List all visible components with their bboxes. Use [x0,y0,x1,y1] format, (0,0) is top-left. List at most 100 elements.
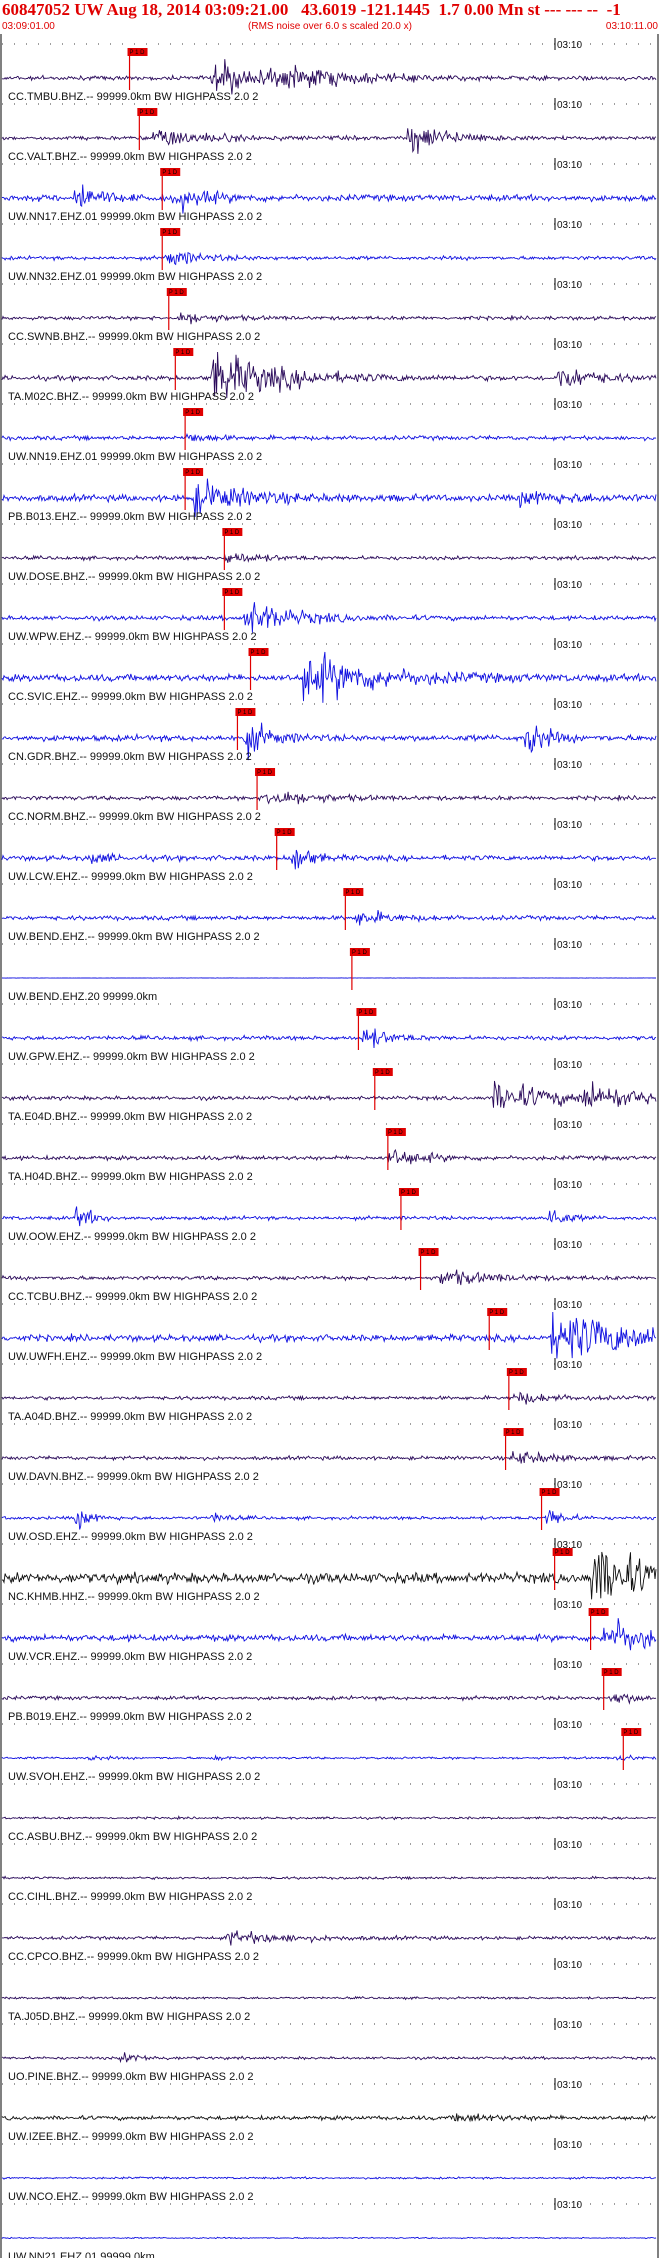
pick-flag-label: P 1 D [185,410,201,416]
station-label: UW.DAVN.BHZ.-- 99999.0km BW HIGHPASS 2.0… [8,1471,259,1483]
waveform-trace [1,602,657,633]
waveform-trace [2,1930,657,1946]
minute-mark-label: 03:10 [557,220,582,231]
pick-flag-label: P 1 D [224,530,240,536]
pick-flag-label: P 1 D [345,890,361,896]
pick-flag-label: P 1 D [257,770,273,776]
pick-flag-label: P 1 D [237,710,253,716]
pick-flag-label: P 1 D [401,1190,417,1196]
station-label: UO.PINE.BHZ.-- 99999.0km BW HIGHPASS 2.0… [8,2071,254,2083]
minute-mark-label: 03:10 [557,880,582,891]
station-label: CC.SWNB.BHZ.-- 99999.0km BW HIGHPASS 2.0… [8,331,260,343]
waveform-trace [1,59,657,95]
minute-mark-label: 03:10 [557,100,582,111]
pick-flag-label: P 1 D [162,230,178,236]
waveform-trace [1,1618,657,1651]
minute-mark-label: 03:10 [557,700,582,711]
minute-mark-label: 03:10 [557,280,582,291]
minute-mark-label: 03:10 [557,2140,582,2151]
waveform-trace [1,251,657,266]
station-label: UW.NCO.EHZ.-- 99999.0km BW HIGHPASS 2.0 … [8,2191,254,2203]
minute-mark-label: 03:10 [557,1900,582,1911]
waveform-trace [1,1510,657,1530]
minute-mark-label: 03:10 [557,940,582,951]
station-label: CC.NORM.BHZ.-- 99999.0km BW HIGHPASS 2.0… [8,811,261,823]
station-label: PB.B019.EHZ.-- 99999.0km BW HIGHPASS 2.0… [8,1711,252,1723]
minute-mark-label: 03:10 [557,520,582,531]
pick-flag-label: P 1 D [352,950,368,956]
minute-mark-label: 03:10 [557,1000,582,1011]
waveform-trace [1,1391,657,1405]
waveform-trace [1,1269,657,1286]
minute-mark-label: 03:10 [557,1840,582,1851]
waveform-trace [1,2052,657,2064]
minute-mark-label: 03:10 [557,1960,582,1971]
seismogram-record-section: 03:10 P 1 D CC.TMBU.BHZ.-- 99999.0km BW HI… [0,34,659,2258]
minute-mark-label: 03:10 [557,580,582,591]
pick-flag-label: P 1 D [139,110,155,116]
event-title: 60847052 UW Aug 18, 2014 03:09:21.00 43.… [2,0,621,19]
minute-mark-label: 03:10 [557,1600,582,1611]
station-label: TA.H04D.BHZ.-- 99999.0km BW HIGHPASS 2.0… [8,1171,253,1183]
station-label: UW.NN32.EHZ.01 99999.0km BW HIGHPASS 2.0… [8,271,262,283]
station-label: UW.NN17.EHZ.01 99999.0km BW HIGHPASS 2.0… [8,211,262,223]
pick-flag-label: P 1 D [509,1370,525,1376]
station-label: UW.LCW.EHZ.-- 99999.0km BW HIGHPASS 2.0 … [8,871,253,883]
station-label: TA.E04D.BHZ.-- 99999.0km BW HIGHPASS 2.0… [8,1111,252,1123]
pick-flag-label: P 1 D [224,590,240,596]
minute-mark-label: 03:10 [557,1780,582,1791]
waveform-trace [1,1995,657,2001]
waveform-trace [1,2176,656,2181]
pick-flag-label: P 1 D [162,170,178,176]
waveform-trace [1,1754,657,1762]
waveform-trace [1,1206,657,1227]
station-label: TA.J05D.BHZ.-- 99999.0km BW HIGHPASS 2.0… [8,2011,250,2023]
station-label: UW.WPW.EHZ.-- 99999.0km BW HIGHPASS 2.0 … [8,631,257,643]
station-label: CC.CIHL.BHZ.-- 99999.0km BW HIGHPASS 2.0… [8,1891,252,1903]
pick-flag-label: P 1 D [623,1730,639,1736]
station-label: UW.NN21.EHZ.01 99999.0km [8,2251,155,2258]
minute-mark-label: 03:10 [557,160,582,171]
pick-flag-label: P 1 D [251,650,267,656]
minute-mark-label: 03:10 [557,1420,582,1431]
pick-flag-label: P 1 D [542,1490,558,1496]
waveform-trace [1,849,657,870]
station-label: UW.SVOH.EHZ.-- 99999.0km BW HIGHPASS 2.0… [8,1771,260,1783]
minute-mark-label: 03:10 [557,1660,582,1671]
minute-mark-label: 03:10 [557,400,582,411]
minute-mark-label: 03:10 [557,1240,582,1251]
station-label: CC.TMBU.BHZ.-- 99999.0km BW HIGHPASS 2.0… [8,91,258,103]
station-label: UW.NN19.EHZ.01 99999.0km BW HIGHPASS 2.0… [8,451,262,463]
minute-mark-label: 03:10 [557,1180,582,1191]
minute-mark-label: 03:10 [557,2020,582,2031]
minute-mark-label: 03:10 [557,340,582,351]
station-label: UW.UWFH.EHZ.-- 99999.0km BW HIGHPASS 2.0… [8,1351,262,1363]
pick-flag-label: P 1 D [277,830,293,836]
waveform-trace [1,1028,657,1049]
end-time-label: 03:10:11.00 [605,21,658,32]
station-label: UW.VCR.EHZ.-- 99999.0km BW HIGHPASS 2.0 … [8,1651,252,1663]
station-label: UW.OSD.EHZ.-- 99999.0km BW HIGHPASS 2.0 … [8,1531,253,1543]
waveform-trace [1,1450,657,1464]
minute-mark-label: 03:10 [557,1120,582,1131]
station-label: NC.KHMB.HHZ.-- 99999.0km BW HIGHPASS 2.0… [8,1591,260,1603]
scaling-note: (RMS noise over 6.0 s scaled 20.0 x) [248,21,412,32]
minute-mark-label: 03:10 [557,1360,582,1371]
pick-flag-label: P 1 D [604,1670,620,1676]
pick-flag-label: P 1 D [489,1310,505,1316]
minute-mark-label: 03:10 [557,820,582,831]
minute-mark-label: 03:10 [557,2200,582,2211]
minute-mark-label: 03:10 [557,460,582,471]
pick-flag-label: P 1 D [130,50,146,56]
station-label: UW.GPW.EHZ.-- 99999.0km BW HIGHPASS 2.0 … [8,1051,255,1063]
waveform-trace [1,2236,657,2240]
minute-mark-label: 03:10 [557,640,582,651]
pick-flag-label: P 1 D [375,1070,391,1076]
pick-flag-label: P 1 D [506,1430,522,1436]
waveform-trace [1,1148,657,1165]
minute-mark-label: 03:10 [557,1300,582,1311]
waveform-trace [1,1080,657,1109]
minute-mark-label: 03:10 [557,40,582,51]
station-label: CN.GDR.BHZ.-- 99999.0km BW HIGHPASS 2.0 … [8,751,252,763]
waveform-trace [1,910,657,926]
